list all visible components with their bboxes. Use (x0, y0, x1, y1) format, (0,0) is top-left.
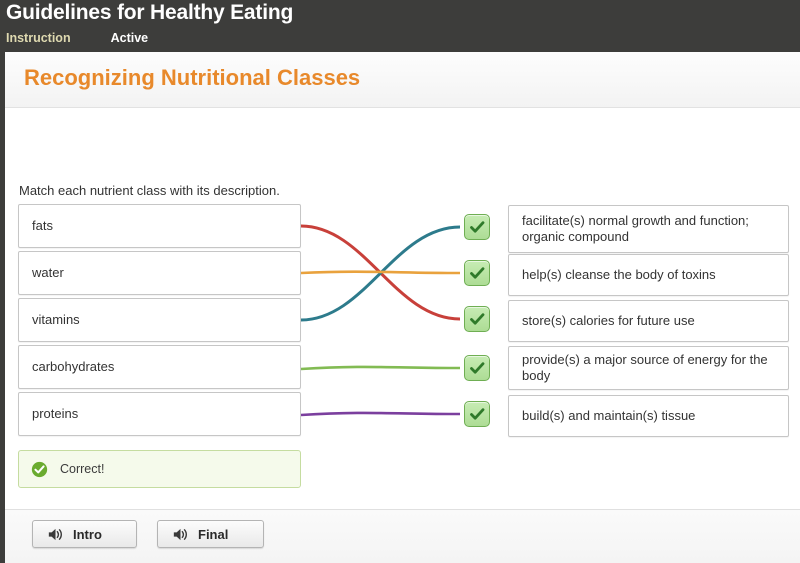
app-title: Guidelines for Healthy Eating (6, 1, 294, 24)
feedback-text: Correct! (60, 462, 105, 476)
matching-exercise: fats water vitamins carbohydrates protei… (5, 197, 800, 437)
connector-vitamins (300, 225, 461, 322)
check-icon (469, 220, 484, 233)
nav-item-instruction[interactable]: Instruction (6, 31, 71, 45)
connector-proteins (300, 411, 461, 417)
instruction-prompt: Match each nutrient class with its descr… (19, 183, 280, 198)
status-badge-2 (464, 260, 490, 286)
right-item-label: store(s) calories for future use (522, 312, 695, 328)
app-header: Guidelines for Healthy Eating Instructio… (0, 0, 800, 52)
right-item-label: build(s) and maintain(s) tissue (522, 407, 696, 423)
left-item-label: fats (32, 217, 53, 233)
check-icon (469, 407, 484, 420)
right-item-label: help(s) cleanse the body of toxins (522, 266, 716, 282)
right-item-build[interactable]: build(s) and maintain(s) tissue (508, 395, 789, 437)
header-nav: Instruction Active (6, 31, 148, 45)
status-badge-5 (464, 401, 490, 427)
footer-bar: Intro Final (5, 510, 800, 563)
right-item-label: facilitate(s) normal growth and function… (522, 212, 749, 244)
connector-fats (300, 224, 461, 321)
content-panel: Recognizing Nutritional Classes Match ea… (5, 52, 800, 563)
left-item-label: carbohydrates (32, 358, 115, 374)
left-item-label: water (32, 264, 64, 280)
speaker-icon (48, 528, 62, 540)
nav-item-active[interactable]: Active (111, 31, 149, 45)
left-item-carbohydrates[interactable]: carbohydrates (18, 345, 301, 389)
intro-audio-button[interactable]: Intro (32, 520, 137, 548)
check-icon (469, 266, 484, 279)
check-icon (469, 312, 484, 325)
left-item-water[interactable]: water (18, 251, 301, 295)
final-audio-button[interactable]: Final (157, 520, 264, 548)
status-badge-4 (464, 355, 490, 381)
right-item-provide[interactable]: provide(s) a major source of energy for … (508, 346, 789, 390)
speaker-icon (173, 528, 187, 540)
left-item-fats[interactable]: fats (18, 204, 301, 248)
connector-water (300, 270, 461, 275)
intro-audio-button-label: Intro (73, 526, 102, 542)
right-item-label: provide(s) a major source of energy for … (522, 351, 768, 383)
lesson-page: Guidelines for Healthy Eating Instructio… (0, 0, 800, 563)
final-audio-button-label: Final (198, 526, 229, 542)
status-badge-1 (464, 214, 490, 240)
connector-carbohydrates (300, 365, 461, 371)
page-title: Recognizing Nutritional Classes (24, 65, 361, 90)
check-icon (469, 361, 484, 374)
right-item-facilitate[interactable]: facilitate(s) normal growth and function… (508, 205, 789, 253)
left-item-vitamins[interactable]: vitamins (18, 298, 301, 342)
title-band: Recognizing Nutritional Classes (5, 52, 800, 108)
left-item-label: proteins (32, 405, 79, 421)
right-item-cleanse[interactable]: help(s) cleanse the body of toxins (508, 254, 789, 296)
check-circle-icon (31, 461, 48, 477)
status-badge-3 (464, 306, 490, 332)
left-item-label: vitamins (32, 311, 80, 327)
feedback-banner: Correct! (18, 450, 301, 488)
right-item-store[interactable]: store(s) calories for future use (508, 300, 789, 342)
left-item-proteins[interactable]: proteins (18, 392, 301, 436)
